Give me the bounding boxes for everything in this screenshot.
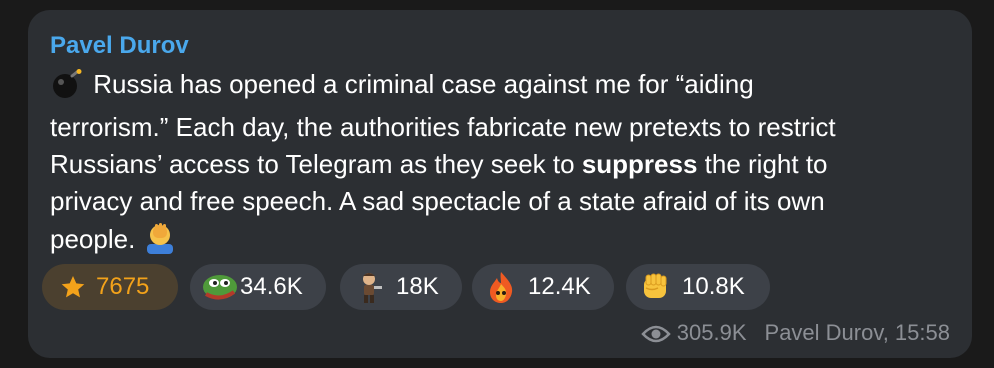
- reaction-fist-button[interactable]: 10.8K: [626, 264, 770, 310]
- raised-fist-emoji-icon: [638, 270, 672, 304]
- reaction-pepe-button[interactable]: 34.6K: [190, 264, 326, 310]
- message-line-3-end: the right to: [697, 149, 828, 179]
- message-bold-word: suppress: [581, 149, 698, 179]
- message-line-3-text: Russians’ access to Telegram as they see…: [50, 149, 582, 179]
- message-footer: 305.9K Pavel Durov, 15:58: [641, 318, 950, 353]
- reaction-pepe-count: 34.6K: [240, 273, 303, 300]
- reaction-fire-button[interactable]: 12.4K: [472, 264, 614, 310]
- reaction-pirate-button[interactable]: 18K: [340, 264, 462, 310]
- message-signature-time: Pavel Durov, 15:58: [764, 320, 950, 345]
- pirate-character-sticker-icon: [352, 270, 386, 304]
- message-line-5-text: people.: [50, 224, 136, 254]
- message-line-5: people.: [50, 220, 950, 264]
- message-author[interactable]: Pavel Durov: [50, 30, 189, 62]
- message-line-2: terrorism.” Each day, the authorities fa…: [50, 112, 836, 142]
- bomb-emoji-icon: [50, 69, 86, 109]
- message-bubble: Pavel Durov Russia has opened a criminal…: [28, 10, 972, 358]
- fire-character-sticker-icon: [484, 270, 518, 304]
- views-count: 305.9K: [676, 320, 747, 345]
- reaction-pirate-count: 18K: [396, 273, 439, 300]
- reaction-star-count: 7675: [96, 273, 150, 300]
- message-text: Russia has opened a criminal case agains…: [50, 66, 950, 264]
- facepalm-emoji-icon: [143, 220, 177, 264]
- reaction-star-button[interactable]: 7675: [42, 264, 178, 310]
- message-line-1: Russia has opened a criminal case agains…: [50, 66, 950, 109]
- views-eye-icon: [641, 323, 671, 353]
- star-icon: [56, 270, 90, 304]
- message-line-3: Russians’ access to Telegram as they see…: [50, 146, 950, 183]
- reaction-fist-count: 10.8K: [682, 273, 745, 300]
- reaction-fire-count: 12.4K: [528, 273, 591, 300]
- message-line-1-text: Russia has opened a criminal case agains…: [93, 69, 754, 99]
- message-line-4: privacy and free speech. A sad spectacle…: [50, 186, 825, 216]
- pepe-frog-sticker-icon: [198, 270, 242, 304]
